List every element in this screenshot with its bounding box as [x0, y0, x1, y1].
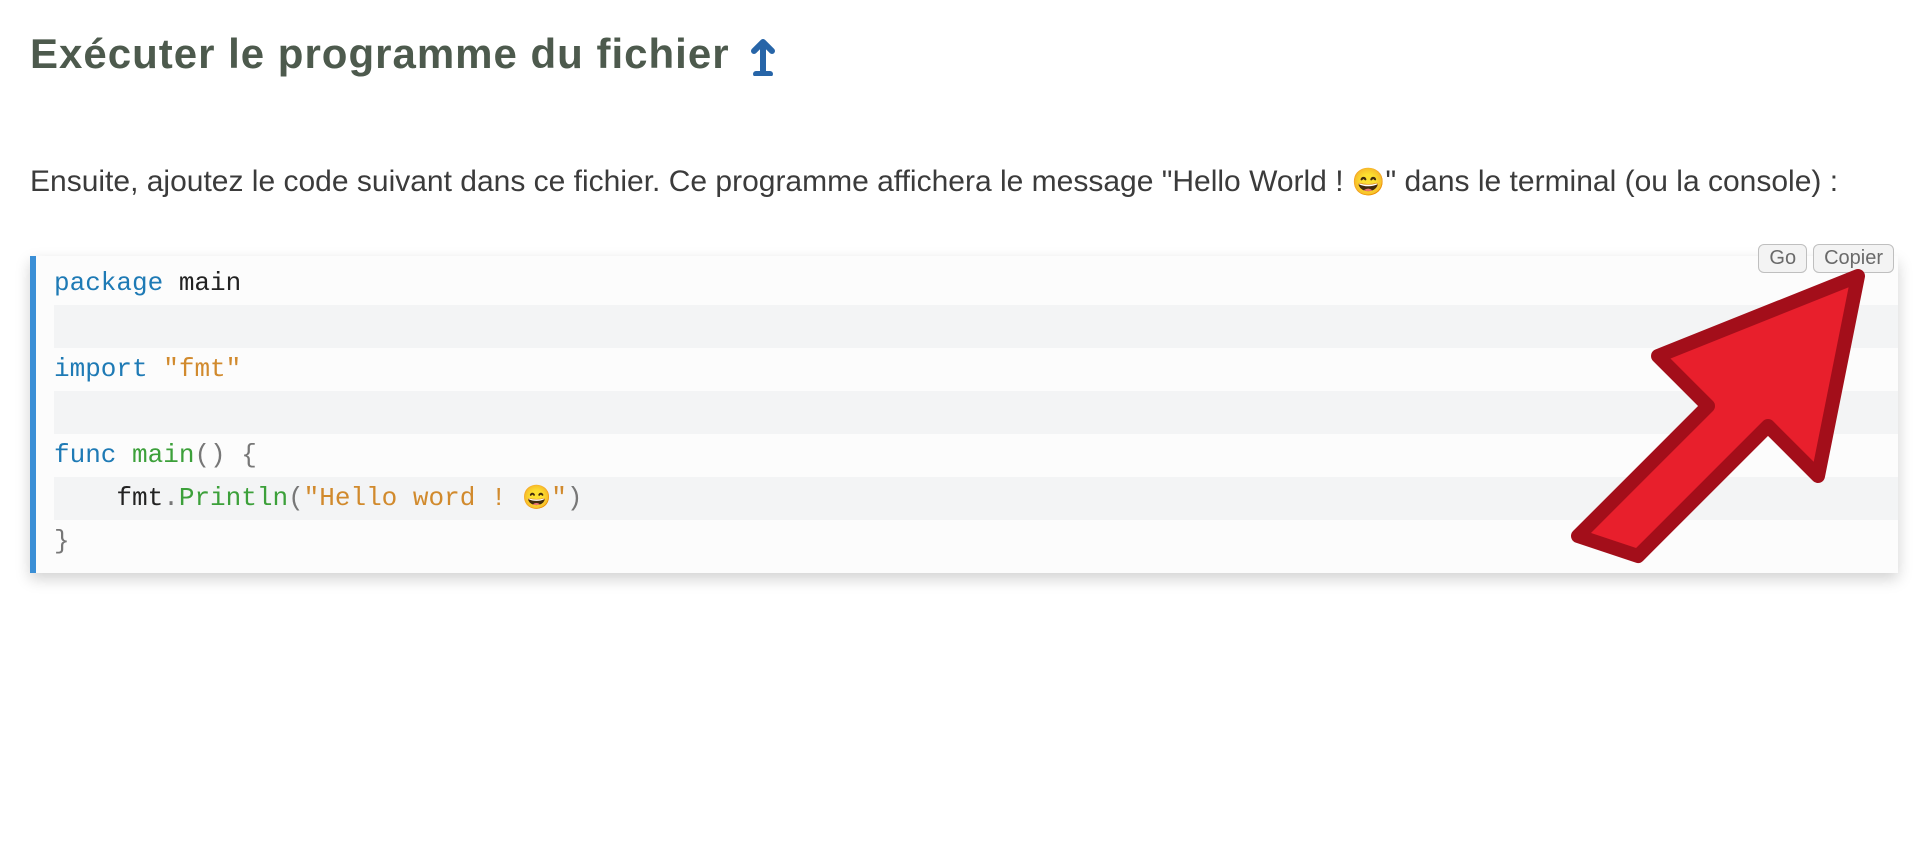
para-prefix: Ensuite, ajoutez le code suivant dans ce… [30, 165, 1352, 198]
str-suffix: " [551, 483, 567, 513]
dot: . [163, 483, 179, 513]
section-heading: Exécuter le programme du fichier [30, 30, 1898, 78]
code-line [54, 305, 1898, 348]
fn-println: Println [179, 483, 288, 513]
kw-package: package [54, 268, 163, 298]
brace-close: } [54, 526, 70, 556]
para-suffix: " dans le terminal (ou la console) : [1386, 165, 1839, 198]
func-name: main [132, 440, 194, 470]
paren-close: ) [567, 483, 583, 513]
intro-paragraph: Ensuite, ajoutez le code suivant dans ce… [30, 158, 1898, 206]
heading-text: Exécuter le programme du fichier [30, 30, 730, 78]
copy-button[interactable]: Copier [1813, 244, 1894, 273]
code-line: func main() { [54, 434, 1898, 477]
brace-open: { [241, 440, 257, 470]
pkg-fmt: fmt [116, 483, 163, 513]
code-line [54, 391, 1898, 434]
smile-emoji: 😄 [1352, 167, 1386, 197]
language-badge: Go [1758, 244, 1807, 273]
code-emoji: 😄 [522, 487, 551, 513]
indent [54, 483, 116, 513]
paren-open: ( [288, 483, 304, 513]
import-string: "fmt" [163, 354, 241, 384]
code-line: package main [54, 262, 1898, 305]
code-line: import "fmt" [54, 348, 1898, 391]
parens: () [194, 440, 225, 470]
code-badges: Go Copier [1758, 244, 1894, 273]
kw-func: func [54, 440, 116, 470]
code-line: fmt.Println("Hello word ! 😄") [54, 477, 1898, 520]
anchor-link-icon[interactable] [748, 32, 778, 76]
code-block: package main import "fmt" func main() { … [30, 256, 1898, 573]
ident-main: main [179, 268, 241, 298]
kw-import: import [54, 354, 148, 384]
str-prefix: "Hello word ! [304, 483, 522, 513]
code-container: Go Copier package main import "fmt" func… [30, 256, 1898, 573]
code-line: } [54, 520, 1898, 563]
